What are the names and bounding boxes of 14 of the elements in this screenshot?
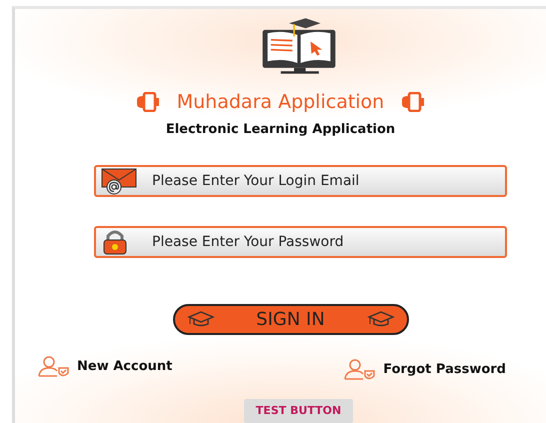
- app-subtitle: Electronic Learning Application: [166, 121, 396, 139]
- phone-hand-icon: [134, 92, 161, 112]
- test-button[interactable]: TEST BUTTON: [244, 398, 354, 423]
- forgot-password-link[interactable]: Forgot Password: [343, 358, 506, 380]
- password-field[interactable]: Please Enter Your Password: [94, 226, 507, 258]
- new-account-link[interactable]: New Account: [37, 352, 172, 380]
- graduation-cap-icon: [186, 311, 214, 327]
- email-field[interactable]: Please Enter Your Login Email: [94, 164, 507, 196]
- user-check-icon: [343, 358, 378, 380]
- user-check-icon: [37, 356, 71, 378]
- phone-hand-icon: [400, 92, 426, 112]
- graduation-cap-icon: [366, 311, 394, 327]
- sign-in-button[interactable]: SIGN IN: [172, 304, 408, 334]
- app-title: Muhadara Application: [176, 90, 384, 114]
